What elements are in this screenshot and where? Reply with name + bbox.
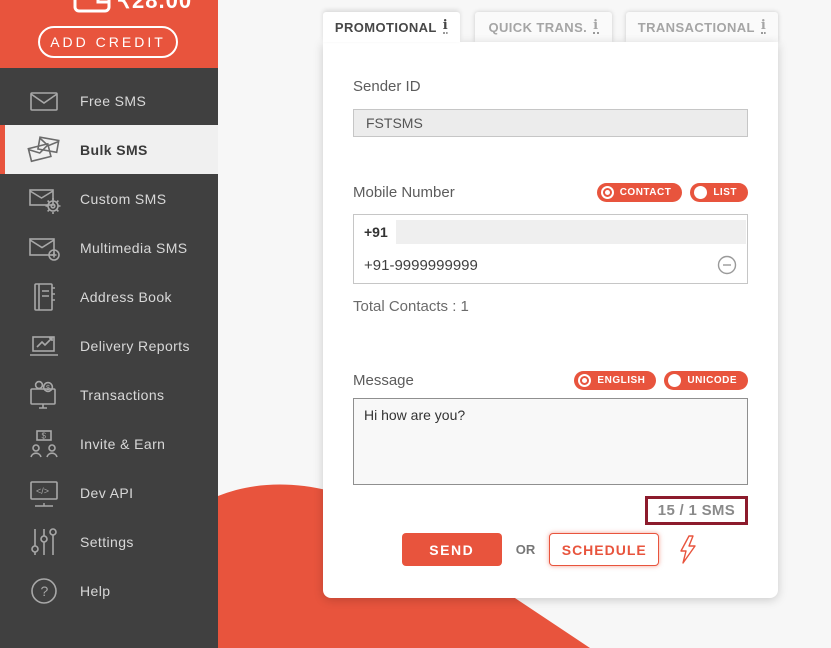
mobile-number-input[interactable] [396, 220, 746, 244]
tab-transactional[interactable]: TRANSACTIONAL i [626, 12, 778, 42]
sidebar-item-label: Multimedia SMS [80, 240, 188, 256]
total-contacts: Total Contacts : 1 [353, 298, 748, 315]
sidebar-item-label: Bulk SMS [80, 142, 148, 158]
help-icon: ? [26, 573, 64, 609]
number-entry-row: +91-9999999999 [354, 249, 747, 283]
sidebar-item-label: Settings [80, 534, 134, 550]
svg-text:?: ? [41, 583, 49, 599]
message-label: Message [353, 372, 414, 389]
sidebar-item-multimedia-sms[interactable]: Multimedia SMS [0, 223, 218, 272]
minus-circle-icon[interactable] [717, 255, 737, 275]
toggle-label: ENGLISH [597, 375, 645, 386]
sidebar-item-address-book[interactable]: Address Book [0, 272, 218, 321]
radio-unselected-icon [668, 374, 681, 387]
delivery-reports-icon [26, 328, 64, 364]
sender-id-label: Sender ID [353, 78, 748, 95]
tab-promotional[interactable]: PROMOTIONAL i [323, 12, 460, 42]
sidebar-item-label: Invite & Earn [80, 436, 165, 452]
sidebar-item-bulk-sms[interactable]: Bulk SMS [0, 125, 218, 174]
number-entry-value: +91-9999999999 [364, 257, 478, 274]
radio-unselected-icon [694, 186, 707, 199]
sidebar-item-label: Free SMS [80, 93, 146, 109]
mobile-numbers-box: +91 +91-9999999999 [353, 214, 748, 284]
sidebar-item-invite-earn[interactable]: $ Invite & Earn [0, 419, 218, 468]
sidebar-item-free-sms[interactable]: Free SMS [0, 76, 218, 125]
toggle-label: LIST [713, 187, 737, 198]
sidebar-menu: Free SMS Bulk SMS Custom SMS [0, 68, 218, 615]
tab-label: TRANSACTIONAL [638, 20, 755, 35]
sidebar-item-help[interactable]: ? Help [0, 566, 218, 615]
mobile-number-label: Mobile Number [353, 184, 455, 201]
country-code: +91 [364, 224, 388, 240]
tab-label: PROMOTIONAL [335, 20, 437, 35]
radio-selected-icon [578, 374, 591, 387]
main-content: PROMOTIONAL i QUICK TRANS. i TRANSACTION… [218, 0, 831, 648]
list-toggle[interactable]: LIST [690, 183, 748, 202]
sms-type-tabs: PROMOTIONAL i QUICK TRANS. i TRANSACTION… [323, 12, 778, 42]
english-toggle[interactable]: ENGLISH [574, 371, 656, 390]
toggle-label: CONTACT [620, 187, 672, 198]
bulk-envelopes-icon [26, 132, 64, 168]
add-credit-button[interactable]: ADD CREDIT [38, 26, 178, 58]
sidebar-item-transactions[interactable]: $ Transactions [0, 370, 218, 419]
sidebar: ₹28.00 ADD CREDIT Free SMS Bulk SMS [0, 0, 218, 648]
transactions-icon: $ [26, 377, 64, 413]
sms-form-card: Sender ID Mobile Number CONTACT LIST [323, 42, 778, 598]
tab-quick-trans[interactable]: QUICK TRANS. i [475, 12, 612, 42]
settings-icon [26, 524, 64, 560]
svg-text:</>: </> [36, 486, 49, 496]
toggle-label: UNICODE [687, 375, 737, 386]
invite-earn-icon: $ [26, 426, 64, 462]
send-button[interactable]: SEND [402, 533, 502, 566]
envelope-plus-icon [26, 230, 64, 266]
sidebar-item-label: Custom SMS [80, 191, 166, 207]
sender-id-input[interactable] [353, 109, 748, 137]
envelope-gear-icon [26, 181, 64, 217]
contact-toggle[interactable]: CONTACT [597, 183, 683, 202]
address-book-icon [26, 279, 64, 315]
sidebar-header: ₹28.00 ADD CREDIT [0, 0, 218, 68]
schedule-button[interactable]: SCHEDULE [549, 533, 659, 566]
unicode-toggle[interactable]: UNICODE [664, 371, 748, 390]
wallet-icon [72, 0, 112, 18]
sidebar-item-label: Delivery Reports [80, 338, 190, 354]
sidebar-item-label: Help [80, 583, 110, 599]
sidebar-item-settings[interactable]: Settings [0, 517, 218, 566]
sidebar-item-delivery-reports[interactable]: Delivery Reports [0, 321, 218, 370]
svg-text:$: $ [46, 385, 50, 392]
radio-selected-icon [601, 186, 614, 199]
info-icon[interactable]: i [593, 20, 598, 34]
info-icon[interactable]: i [761, 20, 766, 34]
envelope-icon [26, 83, 64, 119]
tab-label: QUICK TRANS. [488, 20, 587, 35]
wallet-balance: ₹28.00 [117, 0, 192, 14]
or-label: OR [516, 542, 536, 557]
svg-text:$: $ [42, 431, 47, 440]
sidebar-item-label: Dev API [80, 485, 133, 501]
dev-api-icon: </> [26, 475, 64, 511]
info-icon[interactable]: i [443, 20, 448, 34]
sidebar-item-dev-api[interactable]: </> Dev API [0, 468, 218, 517]
sidebar-item-custom-sms[interactable]: Custom SMS [0, 174, 218, 223]
message-textarea[interactable]: Hi how are you? [353, 398, 748, 485]
sidebar-item-label: Transactions [80, 387, 164, 403]
lightning-icon[interactable] [677, 535, 699, 565]
sidebar-item-label: Address Book [80, 289, 172, 305]
sms-counter-badge: 15 / 1 SMS [645, 496, 748, 525]
